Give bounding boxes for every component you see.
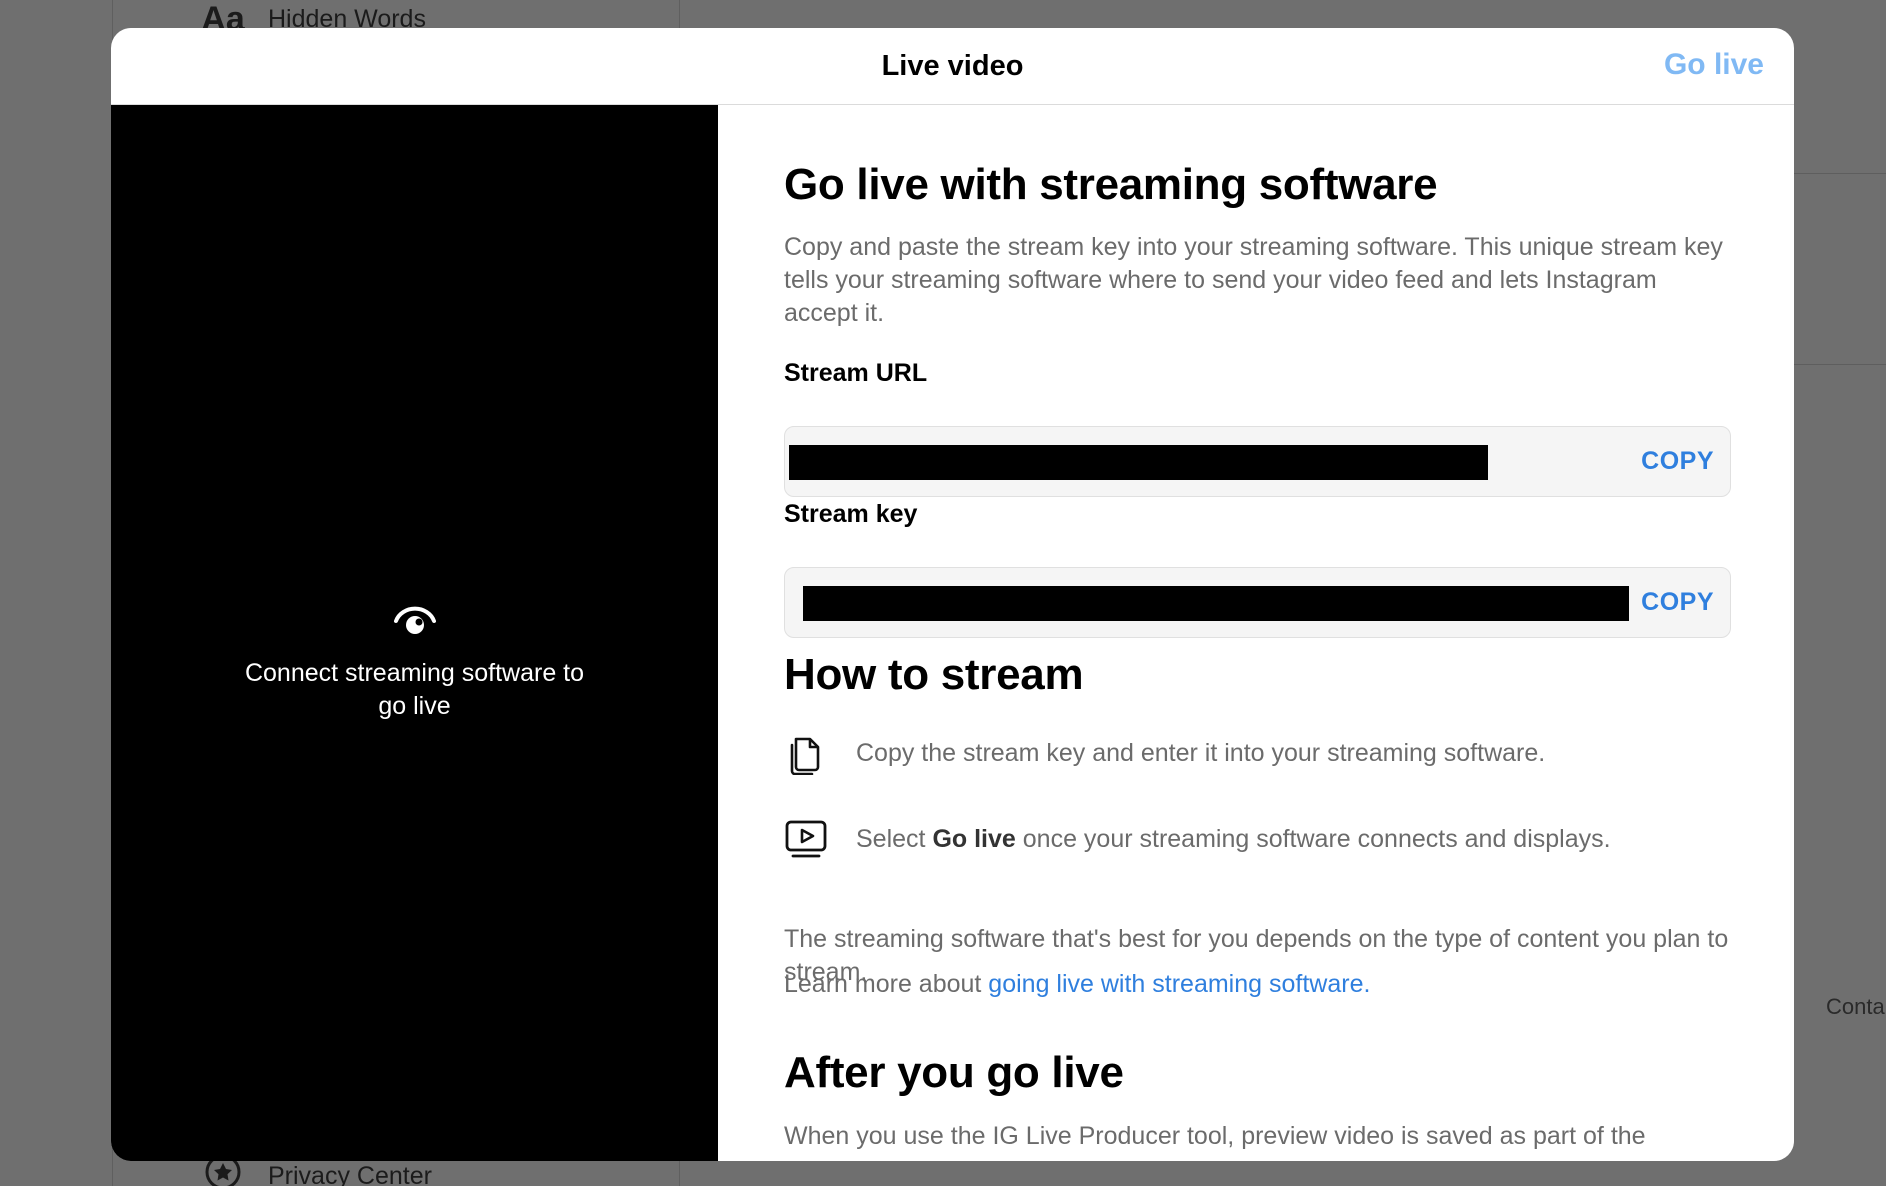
- description: Copy and paste the stream key into your …: [784, 233, 1723, 327]
- modal-title: Live video: [881, 49, 1024, 82]
- section-heading-streaming: Go live with streaming software: [784, 160, 1438, 209]
- redacted-stream-url: [789, 445, 1488, 480]
- learn-more-link[interactable]: going live with streaming software.: [988, 970, 1370, 998]
- step-text-prefix: Select: [856, 824, 933, 853]
- step-select-go-live: Select Go live once your streaming softw…: [784, 817, 1611, 861]
- redacted-stream-key: [803, 586, 1629, 621]
- stream-key-field[interactable]: COPY: [784, 567, 1731, 638]
- copy-stream-url-button[interactable]: COPY: [1641, 447, 1714, 476]
- video-preview: Connect streaming software to go live: [111, 105, 718, 1161]
- step-text: Copy the stream key and enter it into yo…: [856, 738, 1546, 767]
- stream-settings-panel[interactable]: Go live with streaming software Copy and…: [718, 105, 1794, 1161]
- live-video-modal: Live video Go live Connect streaming sof…: [111, 28, 1794, 1161]
- section-heading-after-go-live: After you go live: [784, 1048, 1124, 1097]
- video-play-icon: [784, 817, 828, 861]
- step-text: Select Go live once your streaming softw…: [856, 825, 1611, 854]
- stream-url-field[interactable]: COPY: [784, 426, 1731, 497]
- step-text-suffix: once your streaming software connects an…: [1015, 824, 1611, 853]
- background-divider: [1793, 173, 1886, 174]
- step-text-bold: Go live: [932, 824, 1016, 853]
- learn-more-prefix: Learn more about: [784, 970, 989, 998]
- go-live-button[interactable]: Go live: [1664, 48, 1764, 82]
- after-go-live-text: When you use the IG Live Producer tool, …: [784, 1122, 1646, 1150]
- section-heading-how-to-stream: How to stream: [784, 650, 1084, 699]
- stream-url-label: Stream URL: [784, 359, 928, 387]
- stream-key-label: Stream key: [784, 500, 918, 528]
- modal-header: Live video Go live: [111, 28, 1794, 105]
- step-copy-key: Copy the stream key and enter it into yo…: [784, 731, 1545, 775]
- background-item-label: Privacy Center: [268, 1162, 432, 1186]
- copy-stream-key-button[interactable]: COPY: [1641, 588, 1714, 617]
- learn-more: Learn more about going live with streami…: [784, 970, 1370, 999]
- preview-message: Connect streaming software to go live: [244, 658, 585, 720]
- background-contact-link: Conta: [1826, 994, 1885, 1019]
- copy-icon: [784, 731, 828, 775]
- live-eye-icon: [392, 604, 438, 643]
- background-divider: [1793, 364, 1886, 365]
